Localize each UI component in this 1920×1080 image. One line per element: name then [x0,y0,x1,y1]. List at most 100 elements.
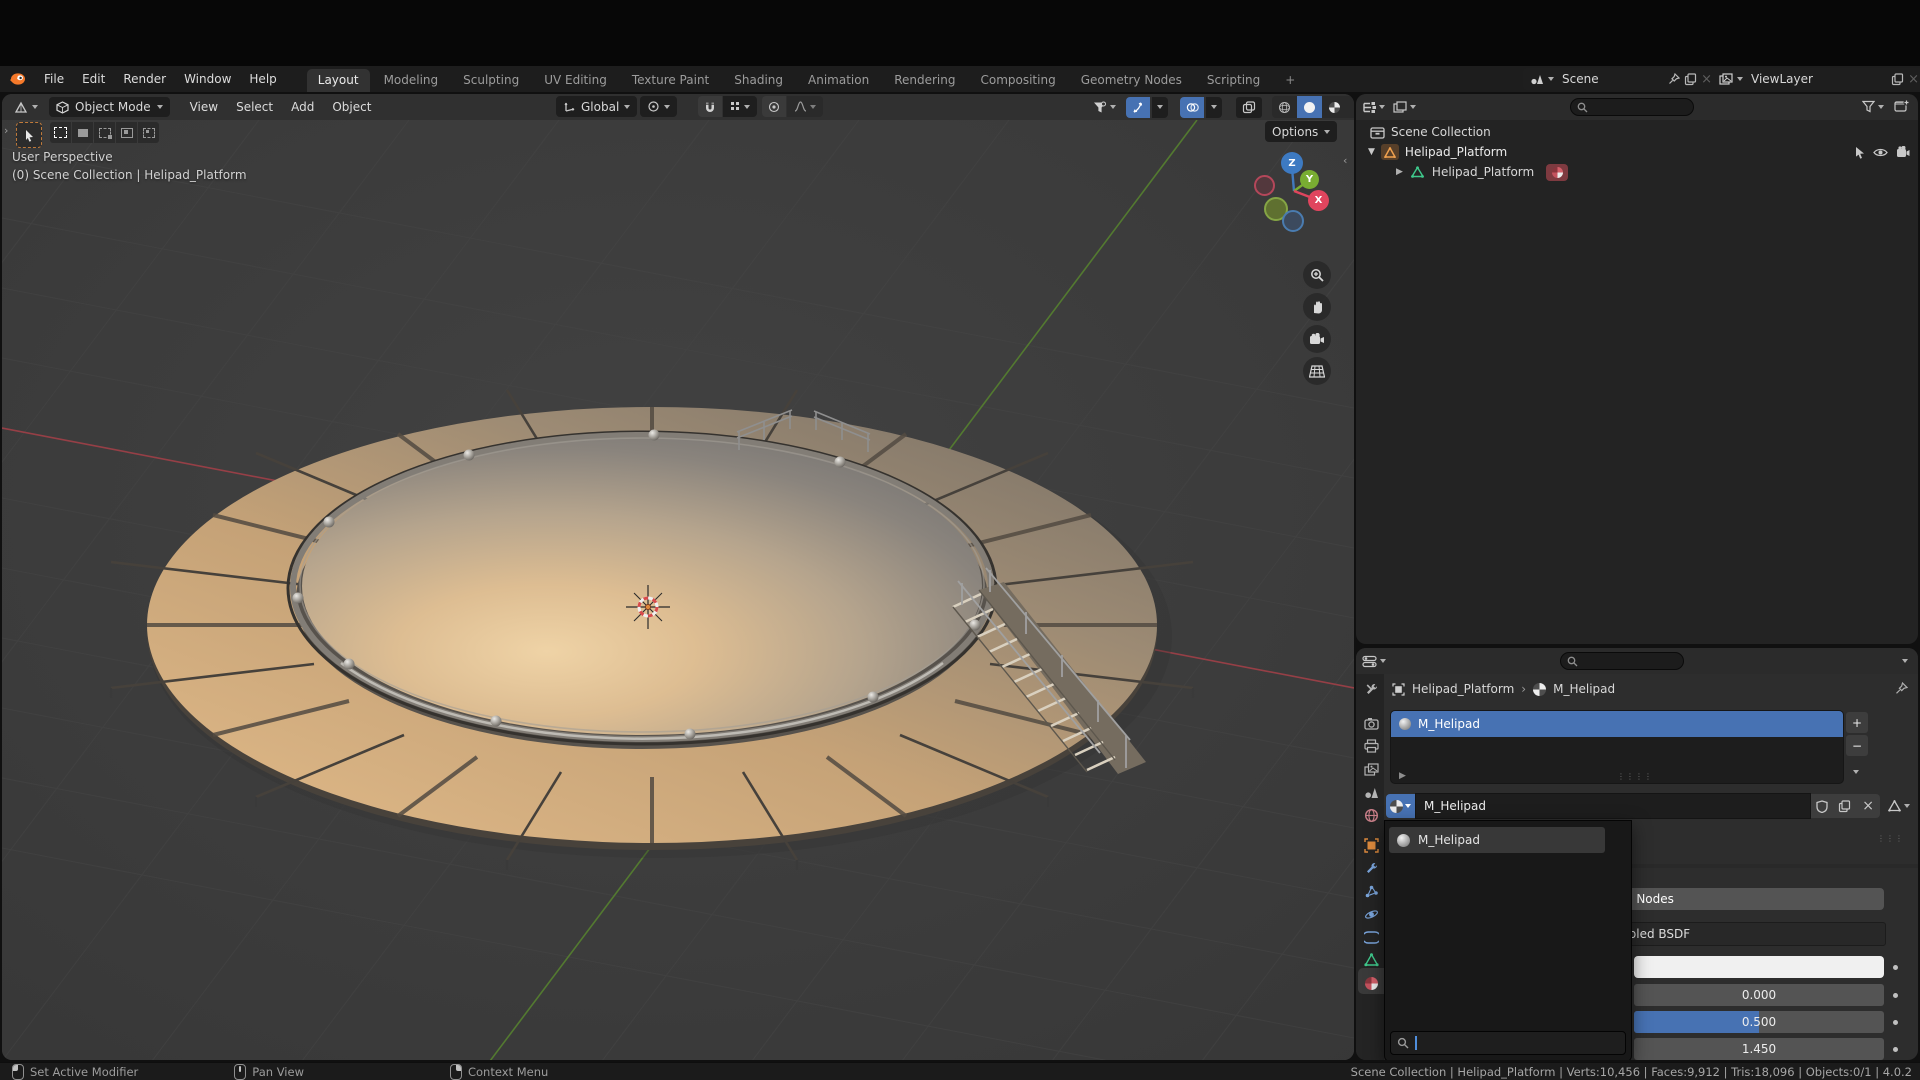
render-visibility-camera-icon[interactable] [1896,146,1910,158]
panel-grip[interactable]: ⋮⋮⋮ [1877,834,1904,843]
tab-constraints[interactable] [1359,926,1383,948]
material-slot-row[interactable]: M_Helipad [1391,711,1843,737]
roughness-slider[interactable]: 0.500 [1634,1011,1884,1033]
new-material-copy-icon[interactable] [1833,799,1856,813]
select-mode-invert[interactable] [116,122,137,143]
gizmos-dropdown[interactable] [1152,96,1168,118]
proportional-falloff-dropdown[interactable] [787,96,823,117]
metallic-field[interactable]: 0.000 [1634,984,1884,1006]
pan-button[interactable] [1303,293,1331,321]
blender-logo-icon[interactable] [8,71,28,87]
tab-world[interactable] [1359,804,1383,826]
sidebar-collapse-arrow[interactable]: ‹ [1343,154,1347,167]
options-dropdown[interactable]: Options [1265,121,1338,142]
popup-search-field[interactable] [1390,1031,1626,1055]
tab-texture-paint[interactable]: Texture Paint [621,69,720,92]
outliner-row-scene-collection[interactable]: Scene Collection [1356,122,1918,142]
copy-icon[interactable] [1891,72,1904,86]
mode-dropdown[interactable]: Object Mode [49,97,170,117]
select-mode-subtract[interactable] [94,122,115,143]
menu-file[interactable]: File [36,72,72,86]
slot-remove-button[interactable]: − [1846,735,1868,756]
tab-output[interactable] [1359,735,1383,757]
browse-material-button[interactable] [1386,794,1415,818]
editor-type-button[interactable] [9,96,43,118]
scene-selector[interactable]: Scene × [1523,68,1719,90]
tab-view-layer[interactable] [1359,758,1383,780]
overlays-dropdown[interactable] [1206,96,1222,118]
outliner-display-mode-button[interactable] [1393,101,1416,113]
outliner-editor-type-button[interactable] [1362,101,1385,114]
viewport-menu-select[interactable]: Select [228,100,281,114]
add-workspace-button[interactable]: + [1274,69,1306,92]
unlink-icon[interactable]: × [1701,72,1712,87]
orthographic-toggle-button[interactable] [1303,357,1331,385]
tab-rendering[interactable]: Rendering [883,69,966,92]
toolbar-expand-arrow[interactable]: › [4,124,8,137]
tab-particles[interactable] [1359,880,1383,902]
pin-icon[interactable] [1668,73,1681,85]
xray-toggle[interactable] [1236,96,1262,118]
list-resize-grip[interactable]: ⋮⋮⋮⋮ [1617,772,1653,781]
pivot-point-dropdown[interactable] [640,96,677,117]
tab-modeling[interactable]: Modeling [373,69,450,92]
viewport-menu-object[interactable]: Object [324,100,379,114]
snap-toggle[interactable] [698,96,722,117]
menu-edit[interactable]: Edit [74,72,113,86]
viewport-menu-view[interactable]: View [182,100,226,114]
zoom-button[interactable] [1303,261,1331,289]
shading-solid-button[interactable] [1297,96,1322,118]
object-visibility-dropdown[interactable] [1084,97,1124,118]
select-mode-extend[interactable] [72,122,93,143]
menu-window[interactable]: Window [176,72,239,86]
outliner-row-helipad-mesh[interactable]: ▶ Helipad_Platform [1356,162,1918,182]
overlays-toggle[interactable] [1180,96,1204,118]
menu-help[interactable]: Help [241,72,284,86]
tab-sculpting[interactable]: Sculpting [452,69,530,92]
outliner-filter-button[interactable] [1862,100,1884,113]
decorator-dot[interactable] [1893,993,1898,998]
viewport-3d[interactable]: Object Mode View Select Add Object Globa… [2,94,1354,1060]
gizmo-axis-z-neg[interactable] [1282,210,1304,232]
remove-icon[interactable]: × [1908,72,1919,87]
expand-arrow-icon[interactable]: ▼ [1368,147,1375,157]
new-collection-button[interactable] [1894,99,1910,114]
gizmo-axis-x[interactable]: X [1308,190,1329,211]
pin-id-icon[interactable] [1895,682,1908,695]
viewlayer-selector[interactable]: ViewLayer × [1712,68,1920,90]
expand-arrow-icon[interactable]: ▶ [1396,167,1403,177]
tab-physics[interactable] [1359,903,1383,925]
tab-uv-editing[interactable]: UV Editing [533,69,618,92]
unlink-material-icon[interactable]: × [1856,798,1880,814]
material-badge-icon[interactable] [1546,163,1569,181]
navigation-gizmo[interactable]: Z Y X [1242,148,1342,238]
tab-animation[interactable]: Animation [797,69,880,92]
tab-geometry-nodes[interactable]: Geometry Nodes [1070,69,1193,92]
tab-layout[interactable]: Layout [306,69,370,92]
menu-render[interactable]: Render [115,72,174,86]
proportional-editing-toggle[interactable] [762,96,786,117]
tab-compositing[interactable]: Compositing [969,69,1066,92]
fake-user-shield-icon[interactable] [1811,799,1833,813]
gizmo-axis-x-neg[interactable] [1254,175,1275,196]
outliner-row-helipad-object[interactable]: ▼ Helipad_Platform [1356,142,1918,162]
tab-modifiers[interactable] [1359,857,1383,879]
tab-tool[interactable] [1359,678,1383,700]
tab-render[interactable] [1359,712,1383,734]
properties-search[interactable] [1560,652,1684,670]
decorator-dot[interactable] [1893,1020,1898,1025]
tab-material[interactable] [1359,972,1383,994]
select-mode-new[interactable] [50,122,71,143]
properties-editor-type-button[interactable] [1362,655,1386,668]
properties-options-chevron[interactable] [1902,659,1908,663]
tab-object[interactable] [1359,834,1383,856]
outliner-search[interactable] [1570,98,1694,116]
link-material-dropdown[interactable] [1888,794,1910,818]
gizmo-axis-y[interactable]: Y [1300,170,1319,189]
decorator-dot[interactable] [1893,1047,1898,1052]
hide-toggle-eye-icon[interactable] [1873,147,1888,158]
material-name-field[interactable]: M_Helipad [1415,793,1812,819]
active-tool-select-box[interactable] [16,122,42,148]
tab-shading[interactable]: Shading [723,69,794,92]
camera-view-button[interactable] [1303,325,1331,353]
